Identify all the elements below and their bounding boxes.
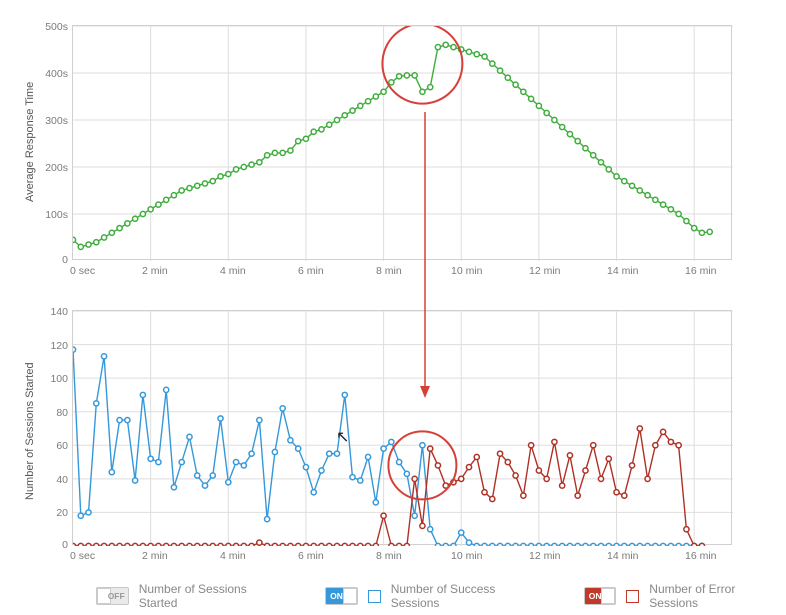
ylabel-top: Average Response Time (24, 82, 36, 202)
xtick: 0 sec (70, 550, 95, 562)
ytick: 100 (32, 373, 68, 385)
xtick: 8 min (376, 265, 402, 277)
ytick: 140 (32, 306, 68, 318)
ytick: 0 (32, 539, 68, 551)
toggle-sessions-started[interactable]: OFF (96, 587, 129, 605)
ytick: 500s (32, 21, 68, 33)
xtick: 2 min (142, 265, 168, 277)
xtick: 12 min (529, 265, 561, 277)
xtick: 6 min (298, 550, 324, 562)
toggle-success-sessions[interactable]: ON (325, 587, 358, 605)
legend: OFF Number of Sessions Started ON Number… (96, 582, 786, 610)
ytick: 60 (32, 440, 68, 452)
legend-swatch-blue (368, 590, 381, 603)
ytick: 80 (32, 407, 68, 419)
xtick: 2 min (142, 550, 168, 562)
xtick: 8 min (376, 550, 402, 562)
toggle-error-sessions[interactable]: ON (584, 587, 617, 605)
xtick: 14 min (607, 550, 639, 562)
ytick: 100s (32, 209, 68, 221)
xtick: 12 min (529, 550, 561, 562)
annotation-circle (388, 431, 456, 499)
xtick: 4 min (220, 265, 246, 277)
xtick: 6 min (298, 265, 324, 277)
ytick: 20 (32, 507, 68, 519)
xtick: 10 min (451, 265, 483, 277)
xtick: 16 min (685, 265, 717, 277)
ytick: 300s (32, 115, 68, 127)
legend-label: Number of Error Sessions (649, 582, 786, 610)
ytick: 40 (32, 474, 68, 486)
ytick: 200s (32, 162, 68, 174)
xtick: 14 min (607, 265, 639, 277)
chart-response-time (72, 25, 732, 260)
ytick: 400s (32, 68, 68, 80)
xtick: 0 sec (70, 265, 95, 277)
ytick: 0 (32, 254, 68, 266)
legend-swatch-red (626, 590, 639, 603)
legend-label: Number of Sessions Started (139, 582, 288, 610)
legend-label: Number of Success Sessions (391, 582, 546, 610)
chart-sessions (72, 310, 732, 545)
xtick: 4 min (220, 550, 246, 562)
xtick: 10 min (451, 550, 483, 562)
ytick: 120 (32, 340, 68, 352)
xtick: 16 min (685, 550, 717, 562)
